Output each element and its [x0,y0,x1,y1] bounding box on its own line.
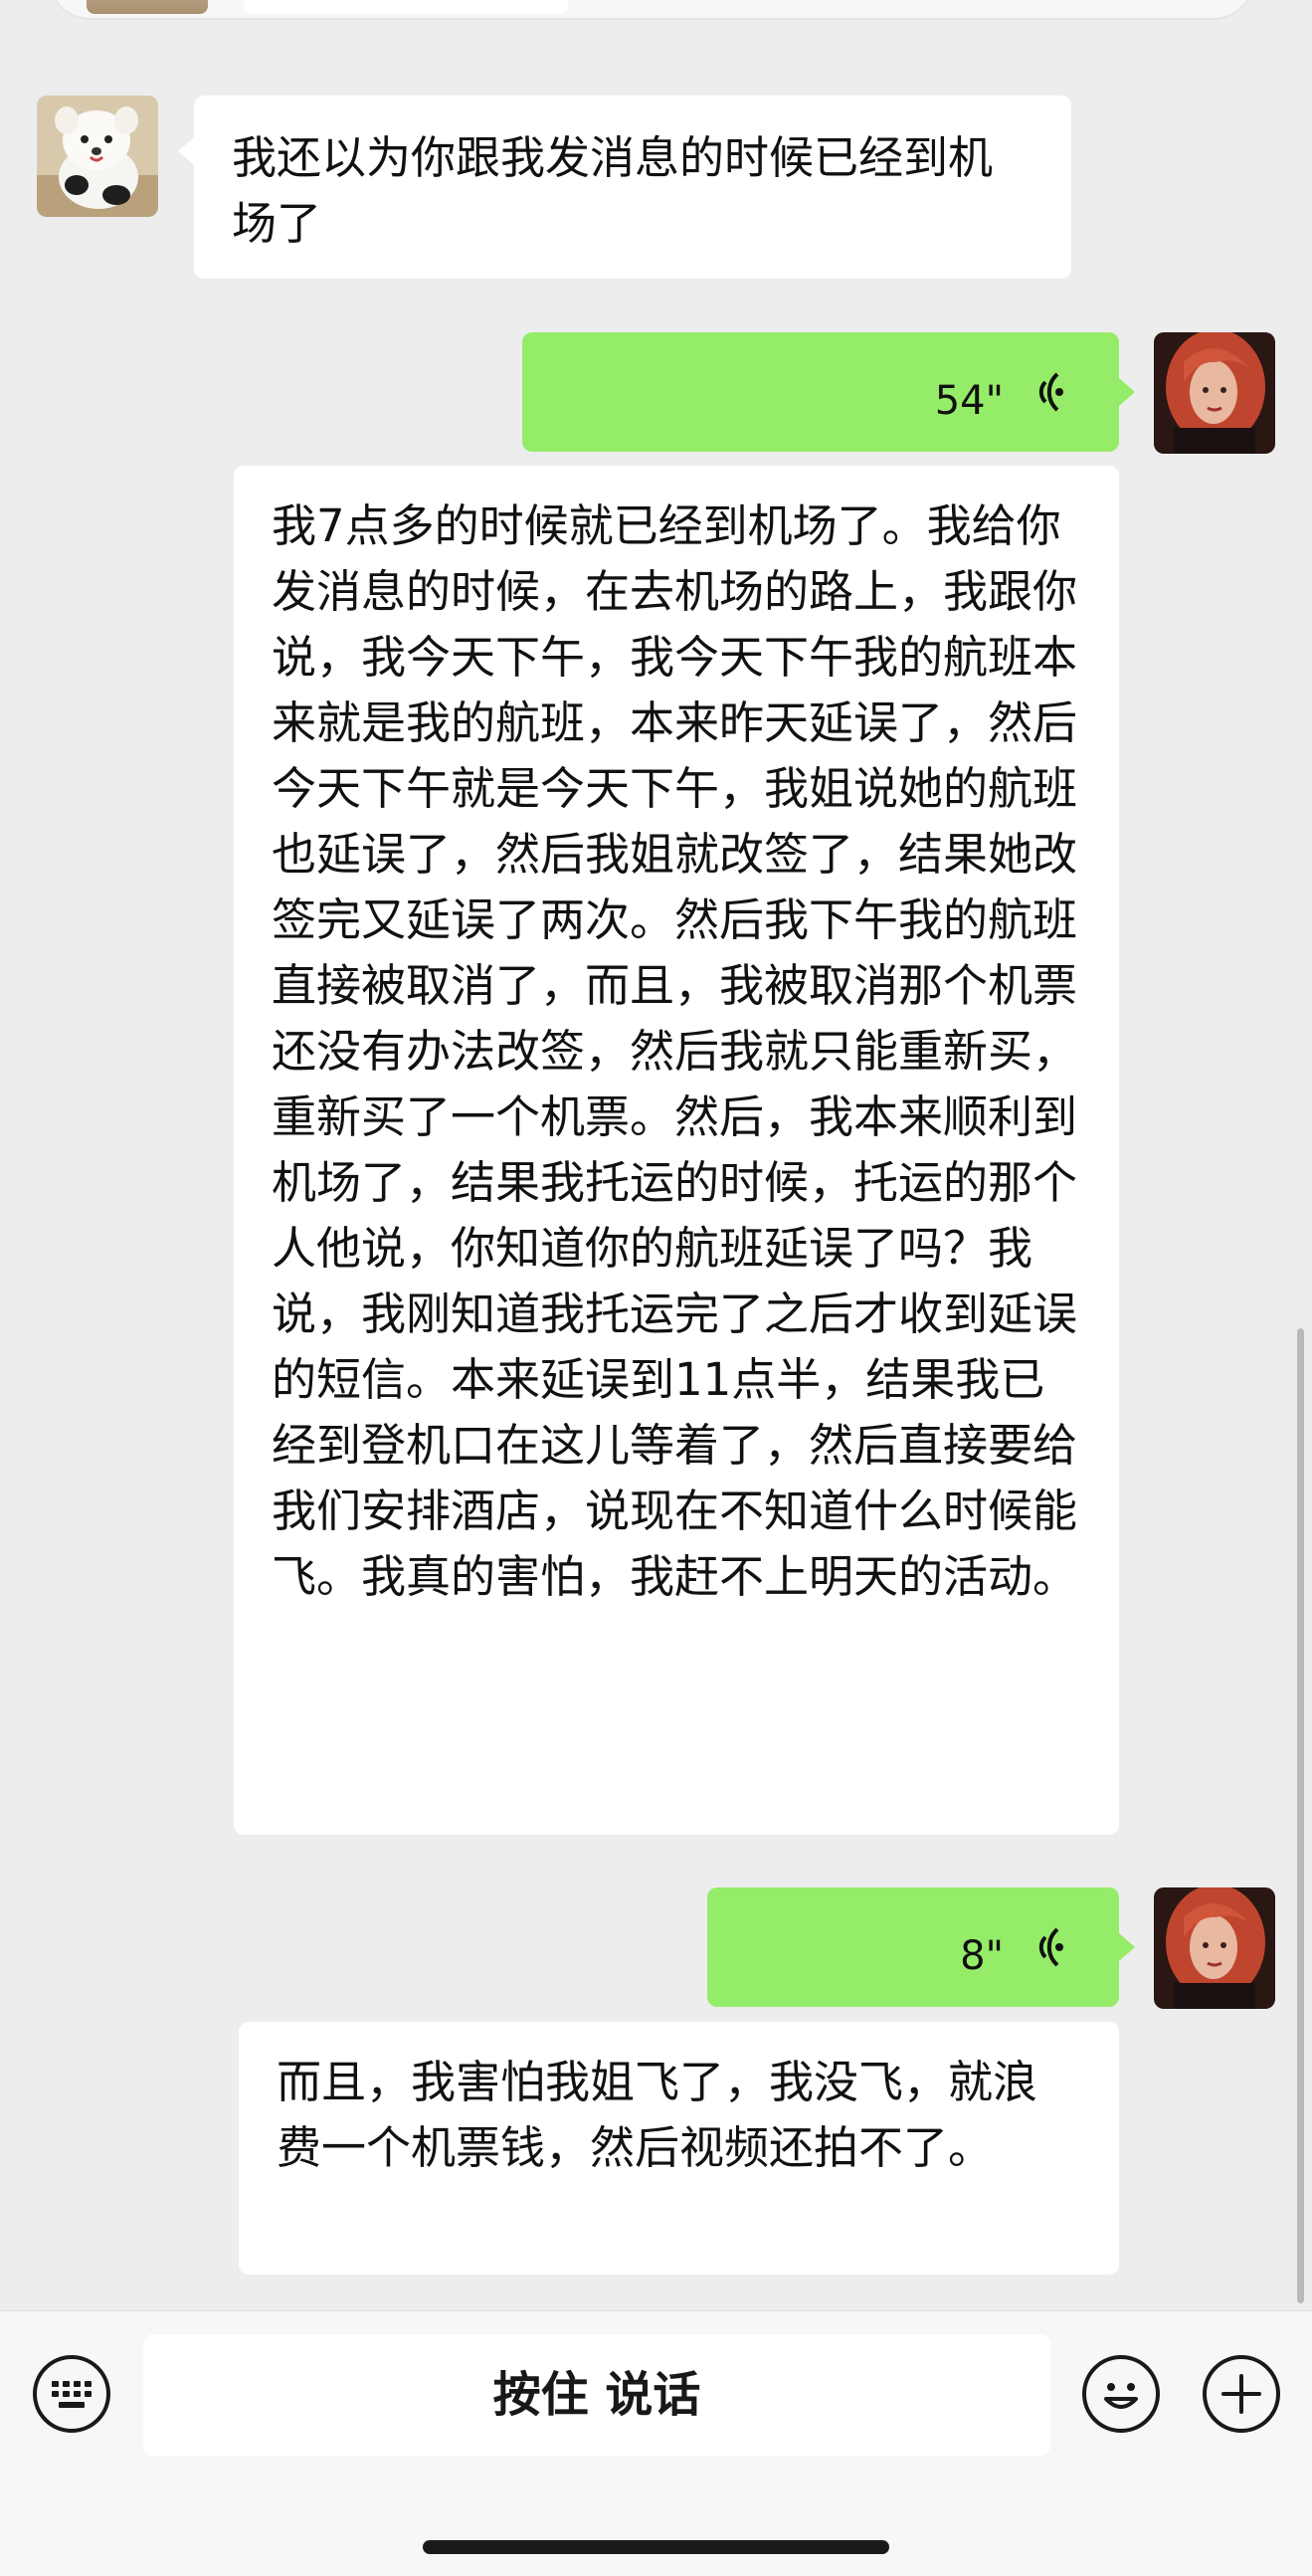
transcript-text: 我7点多的时候就已经到机场了。我给你发消息的时候，在去机场的路上，我跟你说，我今… [272,499,1078,1603]
voice-wave-icon [1038,372,1063,412]
voice-duration: 54" [934,378,1004,424]
received-message-bubble[interactable]: 我还以为你跟我发消息的时候已经到机场了 [178,96,1071,279]
chat-area[interactable]: 我还以为你跟我发消息的时候已经到机场了 54" 我7点多的时候就已经到机场了。我… [0,0,1312,2310]
user-avatar[interactable] [1154,332,1275,454]
user-avatar[interactable] [1154,1887,1275,2009]
message-text: 我还以为你跟我发消息的时候已经到机场了 [232,131,994,250]
scrollbar[interactable] [1297,1328,1304,2303]
input-bar: 按住 说话 [0,2310,1312,2576]
voice-duration: 8" [960,1933,1004,1979]
voice-transcript-1[interactable]: 我7点多的时候就已经到机场了。我给你发消息的时候，在去机场的路上，我跟你说，我今… [234,466,1119,1835]
keyboard-button[interactable] [33,2355,110,2433]
plus-button[interactable] [1203,2355,1280,2433]
contact-avatar[interactable] [37,96,158,217]
voice-transcript-2[interactable]: 而且，我害怕我姐飞了，我没飞，就浪费一个机票钱，然后视频还拍不了。 [239,2022,1119,2275]
home-indicator [423,2540,889,2554]
emoji-icon [1104,2383,1138,2409]
emoji-button[interactable] [1082,2355,1160,2433]
keyboard-icon [52,2381,92,2408]
sent-voice-message-2[interactable]: 8" [707,1887,1135,2007]
previous-message-strip [50,0,1253,18]
sent-voice-message-1[interactable]: 54" [522,332,1135,452]
plus-icon [1221,2374,1261,2414]
previous-bubble [244,0,568,14]
transcript-text: 而且，我害怕我姐飞了，我没飞，就浪费一个机票钱，然后视频还拍不了。 [277,2056,1038,2174]
hold-to-talk-button[interactable]: 按住 说话 [143,2334,1050,2456]
previous-avatar [87,0,208,14]
voice-wave-icon [1038,1927,1063,1967]
